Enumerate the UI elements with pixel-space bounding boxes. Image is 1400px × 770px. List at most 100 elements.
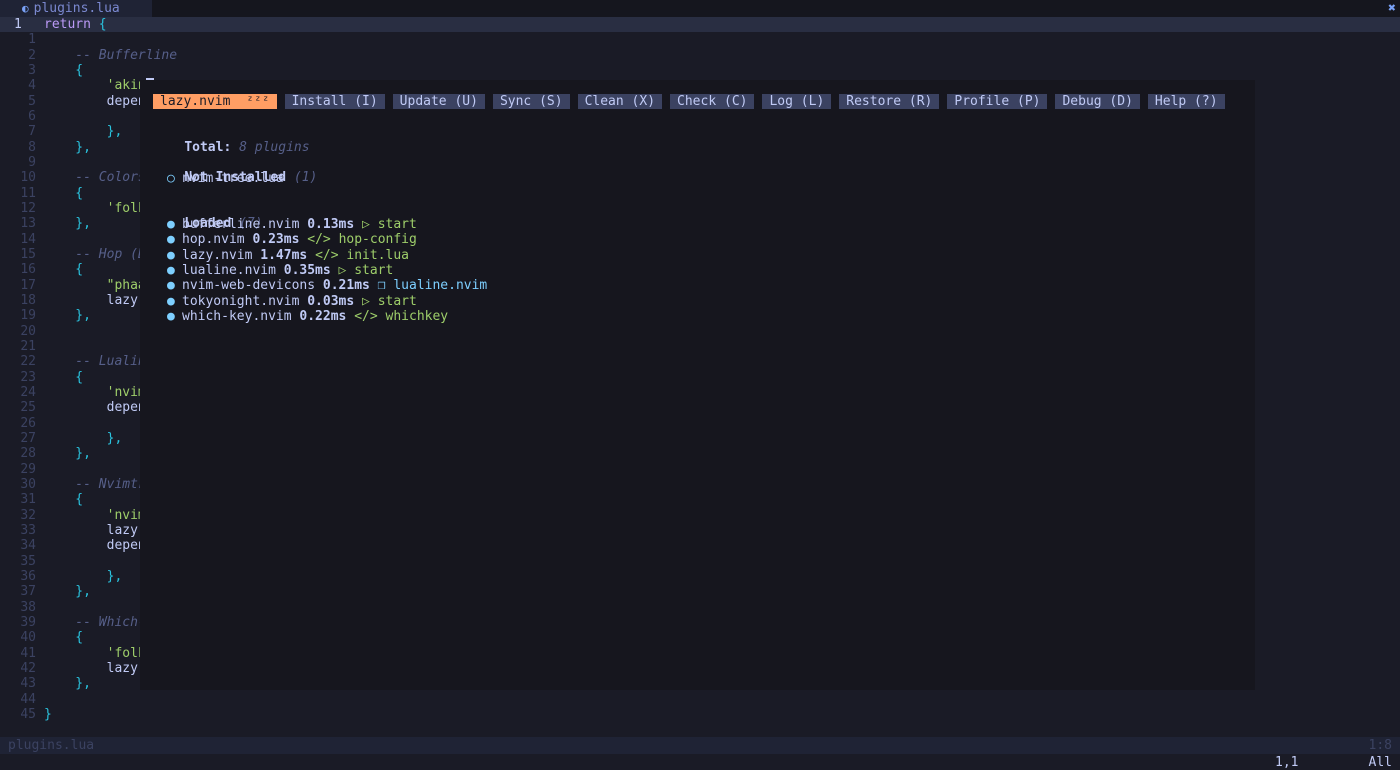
load-time: 0.03ms [307,293,363,309]
plugin-row-loaded[interactable]: ● which-key.nvim 0.22ms </> whichkey [153,309,448,324]
profile-button[interactable]: Profile (P) [947,94,1048,109]
code-text: ' [44,109,146,125]
code-icon: </> [307,232,339,248]
update-button[interactable]: Update (U) [392,94,485,109]
plugin-name: tokyonight.nvim [182,293,308,309]
plugin-name: hop.nvim [182,232,253,248]
code-text: -- Nvimtr [44,477,146,493]
code-text: { [44,185,84,201]
code-line[interactable]: 44 [0,692,1400,707]
line-number: 15 [20,247,36,263]
code-text: }, [44,139,91,155]
line-number: 2 [28,47,36,63]
close-icon[interactable]: ✖ [1388,0,1396,17]
line-number: 23 [20,369,36,385]
not-installed-count: (1) [293,170,318,186]
plugin-row-loaded[interactable]: ● tokyonight.nvim 0.03ms ▷ start [153,294,417,309]
line-number: 25 [20,400,36,416]
code-line[interactable]: 1 [0,32,1400,47]
plugin-row-loaded[interactable]: ● hop.nvim 0.23ms </> hop-config [153,232,417,247]
sync-button[interactable]: Sync (S) [492,94,570,109]
lua-file-icon: ◐ [22,2,29,15]
load-time: 0.21ms [322,278,378,294]
help-button[interactable]: Help (?) [1147,94,1225,109]
code-line[interactable]: 2 -- Bufferline [0,48,1400,63]
code-text: 'nvim [44,385,146,401]
code-text: }, [44,124,123,140]
dot-icon: ● [167,293,175,309]
line-number: 41 [20,645,36,661]
line-number: 39 [20,615,36,631]
code-line[interactable]: 45} [0,707,1400,722]
restore-button[interactable]: Restore (R) [839,94,940,109]
command-line[interactable]: 1,1 All [0,754,1400,770]
line-number: 37 [20,584,36,600]
code-text: 'folk [44,645,146,661]
load-time: 1.47ms [260,247,316,263]
line-number: 40 [20,630,36,646]
line-number: 8 [28,139,36,155]
code-text: { [44,262,84,278]
line-number: 12 [20,201,36,217]
package-icon: ❒ [377,278,394,294]
tabline: ◐ plugins.lua ✖ [0,0,1400,17]
code-text: -- Which- [44,615,146,631]
line-number: 20 [20,323,36,339]
line-number: 7 [28,124,36,140]
load-source: start [354,262,394,278]
plugin-row-loaded[interactable]: ● nvim-web-devicons 0.21ms ❒ lualine.nvim [153,278,487,293]
not-installed-heading: Not Installed (1) [153,155,317,185]
circle-icon: ○ [167,171,175,186]
code-text: lazy [44,661,138,677]
code-text: }, [44,216,91,232]
status-position: 1:8 [1368,738,1392,753]
code-icon: </> [354,308,386,324]
code-text: 'folk [44,201,146,217]
line-number: 10 [20,170,36,186]
debug-button[interactable]: Debug (D) [1055,94,1140,109]
code-text: 'akin [44,78,154,94]
code-text: }, [44,308,91,324]
dot-icon: ● [167,217,175,232]
plugin-row-not-installed[interactable]: ○ nvim-tree.lua [153,171,284,186]
line-number: 18 [20,293,36,309]
dot-icon: ● [167,278,175,294]
line-number: 14 [20,231,36,247]
code-line[interactable]: 3 { [0,63,1400,78]
code-text: ' [44,553,146,569]
cursor-position: 1,1 [1275,754,1299,770]
plugin-row-loaded[interactable]: ● lazy.nvim 1.47ms </> init.lua [153,248,409,263]
line-number: 29 [20,461,36,477]
line-number: 45 [20,707,36,722]
line-number: 28 [20,446,36,462]
install-button[interactable]: Install (I) [284,94,385,109]
line-number: 19 [20,308,36,324]
code-line[interactable]: 1 return { [0,17,1400,33]
plugin-row-loaded[interactable]: ● bufferline.nvim 0.13ms ▷ start [153,217,417,232]
dot-icon: ● [167,247,175,263]
plugin-row-loaded[interactable]: ● lualine.nvim 0.35ms ▷ start [153,263,393,278]
plugin-name: nvim-tree.lua [182,171,284,186]
clean-button[interactable]: Clean (X) [577,94,663,109]
load-source: start [377,293,417,309]
lazy-plugin-manager-window: lazy.nvim ᶻᶻᶻ Install (I) Update (U) Sync (… [140,80,1255,690]
code-text: depen [44,538,146,554]
line-number: 33 [20,523,36,539]
tab-label: plugins.lua [33,1,120,16]
line-number: 11 [20,185,36,201]
line-number: 16 [20,262,36,278]
log-button[interactable]: Log (L) [762,94,832,109]
line-number: 21 [20,339,36,355]
line-number: 31 [20,492,36,508]
lazy-title[interactable]: lazy.nvim ᶻᶻᶻ [153,94,277,109]
line-number: 44 [20,691,36,707]
load-source: start [377,217,417,232]
line-number: 30 [20,477,36,493]
check-button[interactable]: Check (C) [670,94,755,109]
line-number: 4 [28,78,36,94]
tab-plugins-lua[interactable]: ◐ plugins.lua [0,0,152,17]
load-time: 0.13ms [307,217,363,232]
code-text: depen [44,93,146,109]
line-number: 38 [20,599,36,615]
play-icon: ▷ [362,217,378,232]
